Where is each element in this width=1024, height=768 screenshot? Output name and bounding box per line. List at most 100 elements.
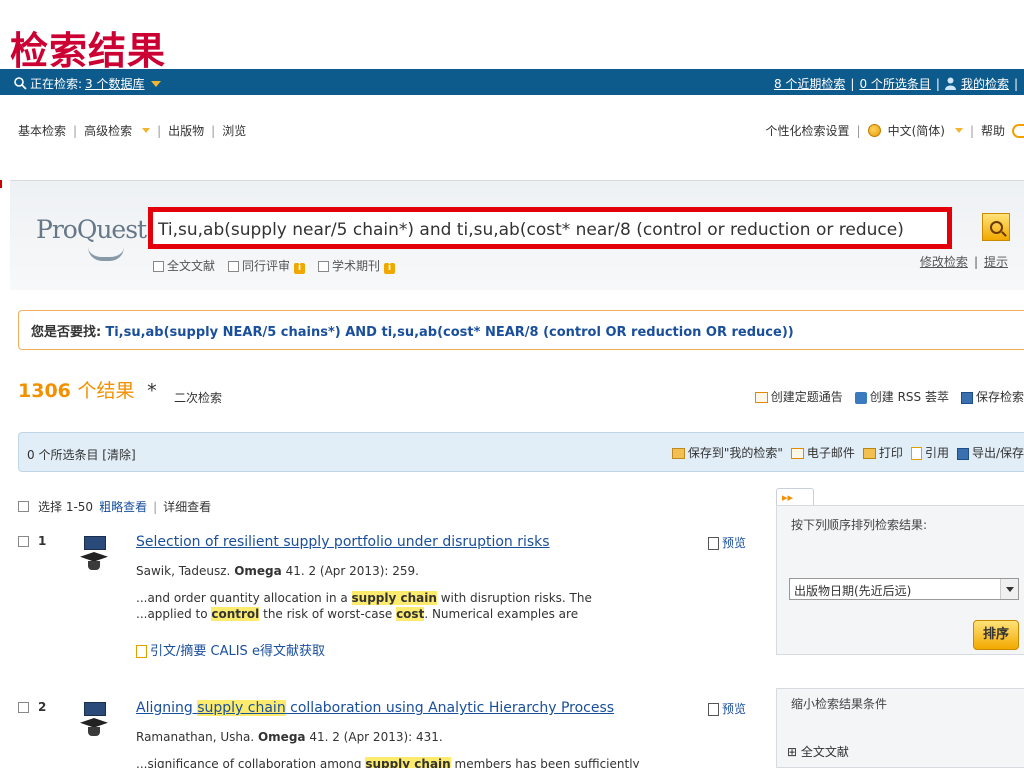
folder-icon: [671, 448, 685, 459]
chevron-down-icon[interactable]: [142, 128, 151, 133]
checkbox[interactable]: [228, 261, 240, 272]
abstract-icon: [136, 645, 147, 658]
snippet-text: the risk of worst-case: [259, 607, 397, 621]
email-label: 电子邮件: [806, 446, 855, 460]
results-number: 1306: [18, 380, 71, 402]
recent-searches-link[interactable]: 8 个近期检索: [774, 75, 845, 92]
result-title[interactable]: Aligning supply chain collaboration usin…: [136, 700, 614, 716]
peer-review-label: 同行评审: [242, 259, 291, 273]
separator: |: [969, 123, 974, 138]
search-button[interactable]: [982, 213, 1010, 241]
sort-select[interactable]: 出版物日期(先近后远): [789, 578, 1019, 600]
info-icon[interactable]: i: [384, 263, 396, 274]
preview-label: 预览: [722, 536, 747, 550]
help-icon[interactable]: [1012, 123, 1024, 138]
preferences-link[interactable]: 个性化检索设置: [766, 122, 850, 139]
search-input[interactable]: [158, 216, 943, 244]
narrow-fulltext-item[interactable]: ⊞ 全文文献: [787, 743, 849, 760]
brief-view-link[interactable]: 粗略查看: [99, 498, 147, 515]
result-title[interactable]: Selection of resilient supply portfolio …: [136, 534, 550, 550]
slide-title: 检索结果: [10, 28, 167, 73]
detailed-view-link[interactable]: 详细查看: [163, 498, 211, 515]
result-details: 41. 2 (Apr 2013): 431.: [309, 730, 443, 744]
tips-link[interactable]: 提示: [984, 253, 1008, 270]
sort-box: 按下列顺序排列检索结果: 出版物日期(先近后远) 排序: [776, 505, 1024, 655]
preview-link[interactable]: 预览: [708, 534, 746, 551]
nav-advanced-search[interactable]: 高级检索: [84, 122, 132, 139]
nav-basic-search[interactable]: 基本检索: [18, 122, 66, 139]
refine-search-link[interactable]: 二次检索: [174, 389, 222, 406]
result-links[interactable]: 引文/摘要 CALIS e得文献获取: [136, 640, 325, 659]
result-checkbox[interactable]: [18, 701, 29, 713]
top-bar-links: 8 个近期检索 | 0 个所选条目 | 我的检索 |: [774, 75, 1018, 92]
preview-link[interactable]: 预览: [708, 700, 746, 717]
snippet-highlight: supply chain: [365, 757, 451, 768]
result-item: 2 Aligning supply chain collaboration us…: [18, 700, 748, 768]
nav-browse[interactable]: 浏览: [222, 122, 246, 139]
export-icon: [956, 447, 969, 460]
create-alert-label: 创建定题通告: [770, 390, 843, 404]
result-checkbox[interactable]: [18, 535, 29, 547]
snippet-highlight: supply chain: [351, 591, 437, 605]
separator: |: [1013, 76, 1018, 91]
save-to-my-search-button[interactable]: 保存到"我的检索": [671, 444, 783, 461]
title-text: collaboration using Analytic Hierarchy P…: [285, 700, 615, 716]
searching-status: 正在检索: 3 个数据库: [14, 75, 161, 92]
language-selector[interactable]: 中文(简体): [888, 122, 945, 139]
snippet-highlight: cost: [396, 607, 425, 621]
abstract-link[interactable]: 引文/摘要 CALIS e得文献获取: [150, 644, 325, 659]
select-all-checkbox[interactable]: [18, 501, 29, 512]
selected-items-link[interactable]: 0 个所选条目: [859, 75, 930, 92]
create-rss-button[interactable]: 创建 RSS 荟萃: [854, 388, 949, 405]
did-you-mean-suggestion[interactable]: Ti,su,ab(supply NEAR/5 chains*) AND ti,s…: [105, 325, 793, 340]
export-button[interactable]: 导出/保存: [956, 444, 1024, 461]
snippet-text: . Numerical examples are: [424, 607, 579, 621]
fulltext-option[interactable]: 全文文献: [153, 257, 215, 274]
result-details: 41. 2 (Apr 2013): 259.: [285, 564, 419, 578]
user-icon: [944, 77, 956, 90]
chevron-down-icon[interactable]: [954, 128, 963, 133]
nav-publications[interactable]: 出版物: [168, 122, 204, 139]
separator: |: [935, 76, 940, 91]
rss-icon: [854, 391, 867, 404]
save-to-my-label: 保存到"我的检索": [687, 446, 783, 460]
search-icon: [989, 220, 1003, 234]
collapse-tab[interactable]: ▸▸: [776, 488, 814, 506]
search-panel: ProQuest 全文文献 同行评审i 学术期刊i 修改检索 | 提示: [10, 180, 1024, 290]
print-button[interactable]: 打印: [862, 444, 903, 461]
export-label: 导出/保存: [971, 446, 1024, 460]
proquest-logo: ProQuest: [36, 215, 147, 244]
searching-label: 正在检索:: [30, 77, 83, 91]
separator: |: [850, 76, 855, 91]
clear-selection-link[interactable]: [清除]: [102, 448, 135, 462]
result-author: Ramanathan, Usha.: [136, 730, 255, 744]
peer-review-option[interactable]: 同行评审 i: [228, 257, 306, 274]
separator: |: [211, 123, 216, 138]
result-meta: Sawik, Tadeusz. Omega 41. 2 (Apr 2013): …: [136, 564, 419, 578]
info-icon[interactable]: i: [294, 263, 306, 274]
scholarly-option[interactable]: 学术期刊 i: [318, 257, 396, 274]
databases-link[interactable]: 3 个数据库: [85, 75, 144, 92]
chevron-down-icon[interactable]: [150, 80, 161, 87]
did-you-mean-label: 您是否要找:: [31, 325, 102, 340]
search-links: 修改检索 | 提示: [920, 253, 1008, 270]
snippet-text: ...significance of collaboration among: [136, 757, 366, 768]
save-search-button[interactable]: 保存检索: [960, 388, 1024, 405]
create-alert-button[interactable]: 创建定题通告: [754, 388, 843, 405]
main-nav: 基本检索 | 高级检索 | 出版物 | 浏览 个性化检索设置 | 中文(简体) …: [0, 122, 1024, 142]
modify-search-link[interactable]: 修改检索: [920, 253, 968, 270]
result-item: 1 Selection of resilient supply portfoli…: [18, 534, 748, 664]
sort-selected-value: 出版物日期(先近后远): [794, 584, 912, 598]
my-search-link[interactable]: 我的检索: [961, 75, 1009, 92]
checkbox[interactable]: [153, 261, 164, 272]
email-button[interactable]: 电子邮件: [790, 444, 855, 461]
checkbox[interactable]: [318, 261, 330, 272]
mail-icon: [790, 448, 804, 459]
result-snippet: ...significance of collaboration among s…: [136, 756, 640, 768]
chevron-down-icon[interactable]: [1000, 579, 1018, 599]
separator: |: [973, 254, 978, 269]
help-link[interactable]: 帮助: [981, 122, 1005, 139]
sort-header: 按下列顺序排列检索结果:: [791, 518, 928, 532]
cite-button[interactable]: 引用: [910, 444, 949, 461]
sort-button[interactable]: 排序: [973, 620, 1019, 650]
